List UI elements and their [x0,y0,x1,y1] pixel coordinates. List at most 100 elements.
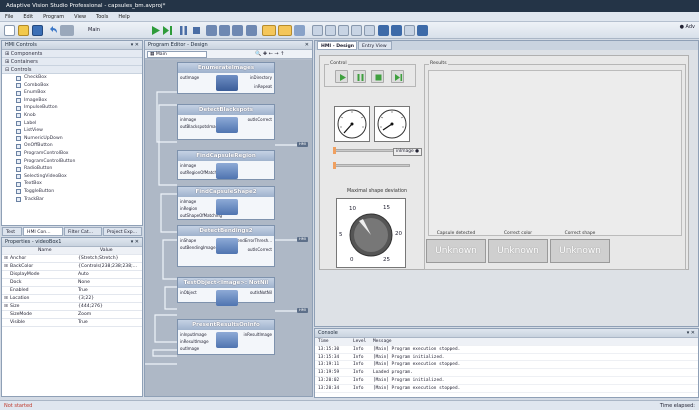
input-port[interactable]: inShape [180,238,196,243]
input-port[interactable]: inImage [180,199,196,204]
input-port[interactable]: outBendingImage [180,245,216,250]
layout-6-icon[interactable] [378,25,389,36]
tab-hmi-design[interactable]: HMI - Design [317,41,357,50]
output-port[interactable]: outIsCorrect [248,247,272,252]
property-value[interactable]: {Controls(238;238;238;... [78,263,137,271]
hmi-step-button[interactable] [391,70,404,83]
trackbar-2[interactable] [333,162,410,169]
filter-block[interactable]: PresentResultsOnInfo inInputImage inResult… [177,319,275,355]
control-item[interactable]: ProgramControlBox [2,150,142,158]
stop-icon[interactable] [191,25,202,36]
tab-entry-view[interactable]: Entry View [358,41,392,50]
pause-icon[interactable] [178,25,189,36]
step-over-icon[interactable] [219,25,230,36]
expand-icon[interactable]: ⊞ [4,303,8,311]
control-item[interactable]: ProgramControlButton [2,158,142,166]
run-icon[interactable] [150,25,161,36]
save-icon[interactable] [32,25,43,36]
chart-icon[interactable] [278,25,292,36]
menu-tools[interactable]: Tools [91,12,113,22]
input-port[interactable]: inInputImage [180,332,207,337]
step-into-icon[interactable] [206,25,217,36]
control-item[interactable]: SelectingVideoBox [2,173,142,181]
control-item[interactable]: RadioButton [2,165,142,173]
property-value[interactable]: Auto [78,271,89,279]
layout-7-icon[interactable] [391,25,402,36]
output-port[interactable]: inResultImage [243,332,272,337]
control-item[interactable]: ToggleButton [2,188,142,196]
property-value[interactable]: {444;276} [78,303,103,311]
help-icon[interactable] [417,25,428,36]
pin-close-icons[interactable]: ▾ ✕ [687,329,695,338]
console-entry[interactable]: 13:19:59 Info Loaded program. [315,369,698,377]
hmi-stop-button[interactable] [371,70,384,83]
property-row[interactable]: ⊞ Size {444;276} [2,303,142,311]
video-box[interactable] [428,70,682,236]
step-icon[interactable] [162,25,173,36]
input-port[interactable]: outBlackspotsImage [180,124,221,129]
undo-icon[interactable] [47,25,58,36]
layout-1-icon[interactable] [312,25,323,36]
close-icon[interactable]: ✕ [305,41,309,50]
hmi-play-button[interactable] [335,70,348,83]
filter-block[interactable]: DetectBendings2 inShape outBendingImage inB… [177,225,275,267]
console-entry[interactable]: 13:20:34 Info [Main] Program execution sto… [315,385,698,393]
property-value[interactable]: Zoom [78,311,91,319]
menu-file[interactable]: File [0,12,18,22]
pin-close-icons[interactable]: ▾ ✕ [131,41,139,50]
control-item[interactable]: TextBox [2,180,142,188]
control-item[interactable]: OnOffButton [2,142,142,150]
control-item[interactable]: EnumBox [2,89,142,97]
menu-program[interactable]: Program [38,12,69,22]
new-file-icon[interactable] [4,25,15,36]
property-row[interactable]: Visible True [2,319,142,327]
input-port[interactable]: inImage [180,163,196,168]
layout-5-icon[interactable] [364,25,375,36]
output-port[interactable]: outIsCorrect [248,117,272,122]
layout-3-icon[interactable] [338,25,349,36]
control-item[interactable]: NumericUpDown [2,135,142,143]
output-port[interactable]: inDirectory [250,75,272,80]
tab-test[interactable]: Test [2,227,22,236]
output-port[interactable]: outIsNotNil [250,290,272,295]
input-port[interactable]: inObject [180,290,197,295]
filter-block[interactable]: FindCapsuleRegion inImage outRegionOfMatch… [177,150,275,180]
menu-view[interactable]: View [69,12,91,22]
expand-icon[interactable]: ⊞ [4,255,8,263]
menu-help[interactable]: Help [113,12,134,22]
trackbar-thumb[interactable] [333,147,336,154]
console-entry[interactable]: 13:15:30 Info [Main] Program execution sto… [315,346,698,354]
layout-2-icon[interactable] [325,25,336,36]
property-value[interactable]: True [78,287,88,295]
highlight-icon[interactable] [262,25,276,36]
macro-dropdown[interactable]: ▦ Main [147,51,207,58]
console-entry[interactable]: 13:15:34 Info [Main] Program initialized. [315,354,698,362]
control-item[interactable]: ComboBox [2,82,142,90]
console-entry[interactable]: 13:19:11 Info [Main] Program execution sto… [315,361,698,370]
property-row[interactable]: SizeMode Zoom [2,311,142,319]
property-row[interactable]: ⊞ BackColor {Controls(238;238;238;... [2,263,142,271]
property-value[interactable]: {3;22} [78,295,94,303]
input-port[interactable]: inResultImage [180,339,209,344]
pin-close-icons[interactable]: ▾ ✕ [131,238,139,247]
category-controls[interactable]: ⊟ Controls [2,66,142,74]
control-item[interactable]: ListView [2,127,142,135]
control-item[interactable]: Label [2,120,142,128]
filter-block[interactable]: DetectBlackspots inImage outBlackspotsImag… [177,104,275,140]
hmi-port-tag[interactable]: HMI [297,142,308,147]
input-port[interactable]: inRegion [180,206,197,211]
control-item[interactable]: TrackBar [2,196,142,204]
menu-edit[interactable]: Edit [18,12,38,22]
hmi-port-tag[interactable]: HMI [297,308,308,313]
user-label[interactable]: ● Adv [680,24,695,30]
tab-project-explorer[interactable]: Project Exp... [103,227,142,236]
property-row[interactable]: ⊞ Anchor {Stretch;Stretch} [2,255,142,263]
tab-hmi-controls[interactable]: HMI Con... [23,227,63,236]
step-out-icon[interactable] [232,25,243,36]
view-icon[interactable] [294,25,305,36]
console-entry[interactable]: 13:20:02 Info [Main] Program initialized. [315,377,698,385]
control-item[interactable]: Knob [2,112,142,120]
trackbar-thumb[interactable] [333,162,336,169]
property-row[interactable]: DisplayMode Auto [2,271,142,279]
expand-icon[interactable]: ⊞ [4,295,8,303]
